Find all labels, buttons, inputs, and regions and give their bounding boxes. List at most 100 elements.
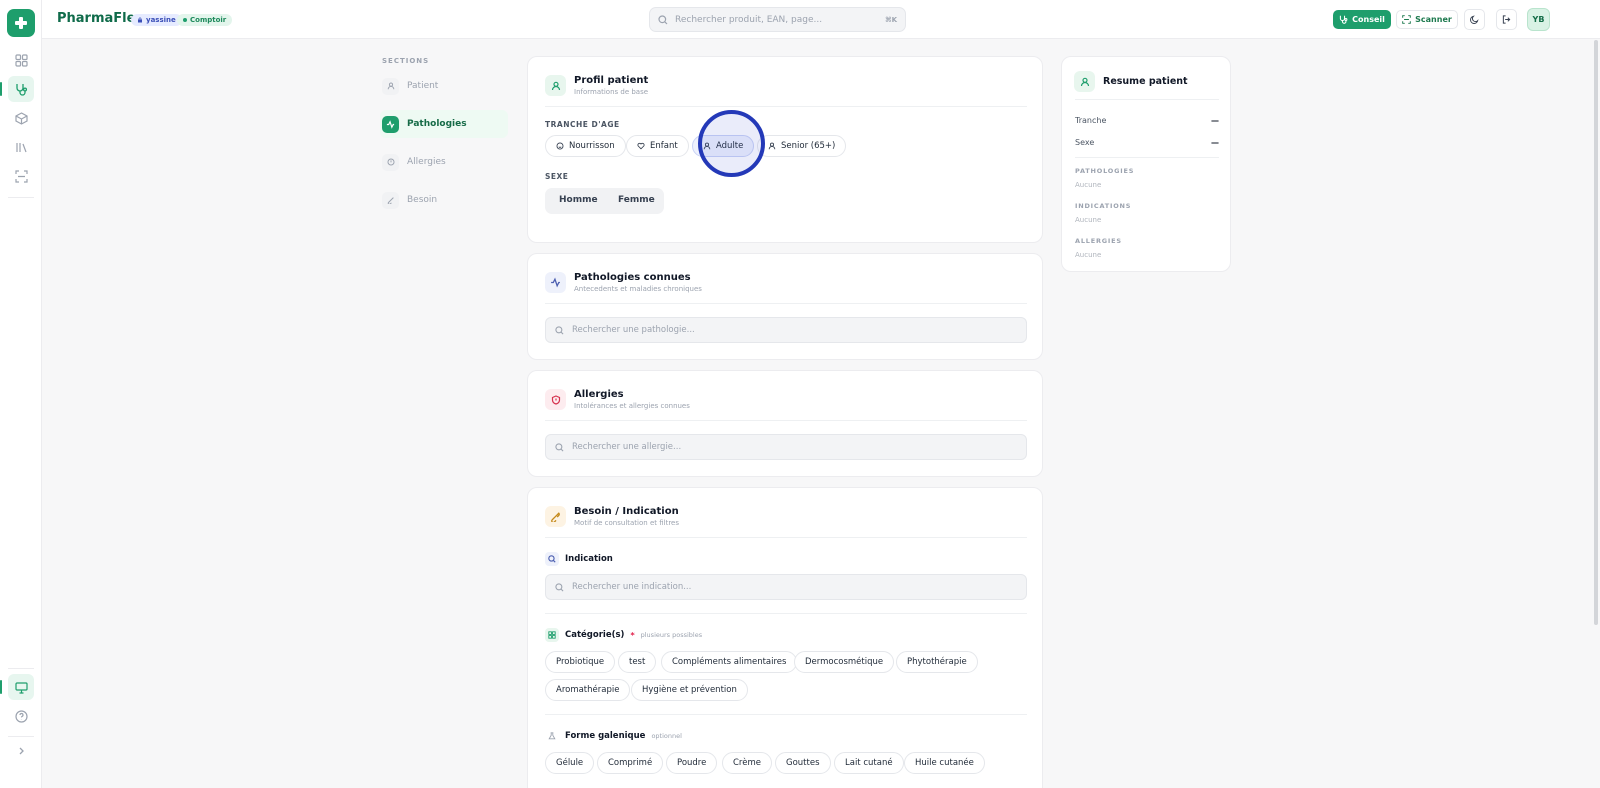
theme-toggle-button[interactable] [1464,9,1485,30]
page-scrollbar[interactable] [1592,40,1600,788]
resume-title: Resume patient [1103,76,1188,87]
card-title: Profil patient [574,75,649,86]
categories-hint: plusieurs possibles [640,631,703,639]
card-title: Pathologies connues [574,272,691,283]
logout-button[interactable] [1496,9,1517,30]
sections-title: SECTIONS [382,57,430,65]
search-icon [658,14,668,24]
forme-chip-poudre[interactable]: Poudre [666,752,718,774]
mode-badge: Comptoir [177,14,233,26]
user-icon [1074,71,1095,92]
avatar[interactable]: YB [1527,8,1550,31]
conseil-button[interactable]: Conseil [1333,10,1391,29]
heart-icon [637,142,645,150]
search-icon [555,325,564,334]
shield-icon [545,389,566,410]
user-icon [768,142,776,150]
card-subtitle: Informations de base [574,88,649,96]
forme-chip-comprime[interactable]: Comprimé [597,752,664,774]
forme-hint: optionnel [651,732,682,740]
top-bar: PharmaFlex yassine Comptoir Rechercher p… [42,0,1600,39]
section-item-pathologies[interactable]: Pathologies [380,110,508,138]
pathologie-search-input[interactable]: Rechercher une pathologie... [545,317,1027,343]
scanner-button[interactable]: Scanner [1396,10,1458,29]
resume-tranche-label: Tranche [1075,116,1107,125]
card-header: Profil patient Informations de base [545,75,648,96]
sexe-option-femme[interactable]: Femme [618,195,655,205]
lock-icon [138,17,142,23]
categories-label: Catégorie(s) * plusieurs possibles [545,628,702,642]
allergie-search-input[interactable]: Rechercher une allergie... [545,434,1027,460]
age-label: TRANCHE D'AGE [545,120,620,129]
resume-indications-value: Aucune [1075,216,1102,224]
category-chip-dermocosmetique[interactable]: Dermocosmétique [794,651,895,673]
age-option-senior[interactable]: Senior (65+) [757,135,847,157]
card-title: Allergies [574,389,624,400]
category-chip-phytotherapie[interactable]: Phytothérapie [896,651,978,673]
section-item-allergies[interactable]: Allergies [380,148,508,176]
dashboard-icon[interactable] [8,47,34,73]
baby-icon [556,142,564,150]
pathologies-card: Pathologies connues Antecedents et malad… [527,253,1043,360]
scrollbar-thumb[interactable] [1594,40,1598,625]
status-dot [183,18,187,22]
indication-label: Indication [545,552,613,566]
sexe-segmented-control: Homme Femme [545,188,664,214]
category-chip-aromatherapie[interactable]: Aromathérapie [545,679,631,701]
app-logo[interactable] [7,9,35,37]
card-header: Allergies Intolérances et allergies conn… [545,389,690,410]
global-search-input[interactable]: Rechercher produit, EAN, page... ⌘K [649,7,906,32]
forme-label-text: Forme galenique [565,731,646,741]
shield-icon [382,153,399,171]
stethoscope-icon[interactable] [0,76,34,102]
monitor-icon[interactable] [0,674,34,700]
category-chip-test[interactable]: test [618,651,657,673]
library-icon[interactable] [8,134,34,160]
user-icon [382,77,399,95]
forme-label: Forme galenique optionnel [545,729,682,743]
divider [1075,157,1219,158]
search-shortcut: ⌘K [885,15,897,24]
forme-chip-huile-cutanee[interactable]: Huile cutanée [904,752,985,774]
age-option-nourrisson[interactable]: Nourrisson [545,135,626,157]
resume-indications-label: INDICATIONS [1075,202,1132,210]
click-indicator [698,110,765,177]
indication-search-input[interactable]: Rechercher une indication... [545,574,1027,600]
besoin-card: Besoin / Indication Motif de consultatio… [527,487,1043,788]
box-icon[interactable] [8,105,34,131]
card-header: Besoin / Indication Motif de consultatio… [545,506,679,527]
search-placeholder: Rechercher une pathologie... [572,325,695,335]
forme-chip-gelule[interactable]: Gélule [545,752,595,774]
resume-row-tranche: Tranche — [1075,116,1219,125]
section-item-patient[interactable]: Patient [380,72,508,100]
age-option-enfant[interactable]: Enfant [626,135,689,157]
section-item-besoin[interactable]: Besoin [380,186,508,214]
forme-chip-lait-cutane[interactable]: Lait cutané [834,752,904,774]
sexe-label: SEXE [545,172,569,181]
pill-icon [545,506,566,527]
categories-label-text: Catégorie(s) [565,630,625,640]
user-name: yassine [146,16,176,24]
forme-chip-creme[interactable]: Crème [722,752,772,774]
category-chip-hygiene-prevention[interactable]: Hygiène et prévention [631,679,748,701]
section-label: Besoin [407,195,438,205]
divider [545,420,1027,421]
resume-pathologies-label: PATHOLOGIES [1075,167,1135,175]
section-label: Allergies [407,157,446,167]
sexe-option-homme[interactable]: Homme [559,195,598,205]
card-header: Pathologies connues Antecedents et malad… [545,272,702,293]
user-badge: yassine [131,14,182,26]
allergies-card: Allergies Intolérances et allergies conn… [527,370,1043,477]
resume-row-sexe: Sexe — [1075,138,1219,147]
category-chip-probiotique[interactable]: Probiotique [545,651,616,673]
divider [545,106,1027,107]
indication-label-text: Indication [565,554,613,564]
rail-divider [8,668,34,669]
help-icon[interactable] [8,703,34,729]
category-chip-complements-alimentaires[interactable]: Compléments alimentaires [661,651,798,673]
expand-icon[interactable] [8,738,34,764]
forme-chip-gouttes[interactable]: Gouttes [775,752,831,774]
divider [1075,99,1219,100]
pill-icon [382,191,399,209]
scan-icon[interactable] [8,163,34,189]
